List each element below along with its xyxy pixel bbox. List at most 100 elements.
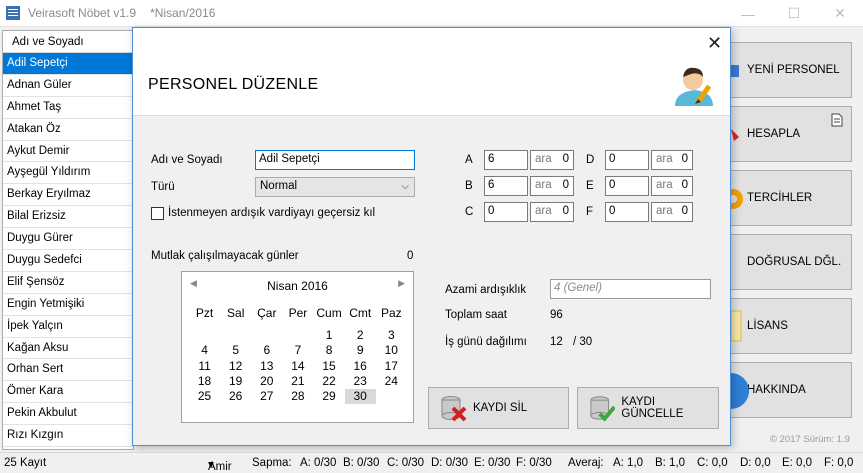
list-item[interactable]: Ömer Kara xyxy=(3,381,133,404)
sapma-c: C: 0/30 xyxy=(387,457,425,469)
update-record-button[interactable]: KAYDI GÜNCELLE xyxy=(577,387,719,429)
linear-distribution-button[interactable]: DOĞRUSAL DĞL. xyxy=(730,234,852,290)
calendar-day[interactable]: 29 xyxy=(314,389,345,404)
calendar-day[interactable]: 8 xyxy=(314,343,345,358)
calendar-day[interactable]: 25 xyxy=(189,389,220,404)
list-item[interactable]: Engin Yetmişiki xyxy=(3,294,133,316)
calendar-day[interactable]: 21 xyxy=(282,374,313,389)
calendar-day[interactable]: 14 xyxy=(282,359,313,374)
list-item[interactable]: İpek Yalçın xyxy=(3,316,133,338)
shift-b-ara-input[interactable]: ara 0 xyxy=(530,176,574,196)
list-item[interactable]: Atakan Öz xyxy=(3,119,133,141)
calendar-day[interactable]: 7 xyxy=(282,343,313,358)
shift-c-input[interactable]: 0 xyxy=(484,202,528,222)
calendar-day[interactable]: 4 xyxy=(189,343,220,358)
calendar-day[interactable]: 12 xyxy=(220,359,251,374)
unavailable-days-label: Mutlak çalışılmayacak günler xyxy=(151,250,299,262)
list-item[interactable]: Berkay Eryılmaz xyxy=(3,184,133,207)
averaj-e: E: 0,0 xyxy=(782,457,813,469)
calendar-day[interactable]: 18 xyxy=(189,374,220,389)
list-item[interactable]: Pekin Akbulut xyxy=(3,403,133,426)
calendar-day xyxy=(282,328,313,343)
preferences-button[interactable]: TERCİHLER xyxy=(730,170,852,226)
calendar-day[interactable]: 1 xyxy=(314,328,345,343)
workday-distribution-label: İş günü dağılımı xyxy=(445,336,527,348)
maximize-button[interactable]: ☐ xyxy=(771,0,817,27)
shift-a-ara-input[interactable]: ara 0 xyxy=(530,150,574,170)
list-header[interactable]: Adı ve Soyadı xyxy=(3,31,133,53)
calculate-button[interactable]: HESAPLA xyxy=(730,106,852,162)
calendar-day[interactable]: 19 xyxy=(220,374,251,389)
list-item[interactable]: Bilal Erizsiz xyxy=(3,206,133,229)
max-consecutive-input[interactable]: 4 (Genel) xyxy=(550,279,711,299)
shift-d-ara-input[interactable]: ara 0 xyxy=(651,150,693,170)
calendar-day[interactable]: 22 xyxy=(314,374,345,389)
shift-e-ara-input[interactable]: ara 0 xyxy=(651,176,693,196)
calendar-day[interactable]: 30 xyxy=(344,388,376,405)
calendar-day[interactable]: 17 xyxy=(376,359,407,374)
list-item[interactable]: Aykut Demir xyxy=(3,141,133,163)
calendar-day[interactable]: 15 xyxy=(314,359,345,374)
unavailable-days-calendar[interactable]: ◀ ▶ Nisan 2016 Pzt Sal Çar Per Cum Cmt Paz 1 2 3 4… xyxy=(181,271,414,423)
list-item[interactable]: Orhan Sert xyxy=(3,359,133,382)
list-item[interactable]: Ayşegül Yıldırım xyxy=(3,162,133,185)
override-checkbox[interactable] xyxy=(151,207,164,220)
dialog-title: PERSONEL DÜZENLE xyxy=(148,76,319,93)
type-select[interactable]: Normal ⌵ xyxy=(255,177,415,197)
list-item[interactable]: Duygu Sedefci xyxy=(3,250,133,272)
unavailable-days-count: 0 xyxy=(407,250,414,262)
copyright-text: © 2017 Sürüm: 1.9 xyxy=(770,434,850,445)
calendar-day[interactable]: 5 xyxy=(220,343,251,358)
shift-d-input[interactable]: 0 xyxy=(605,150,649,170)
shift-b-input[interactable]: 6 xyxy=(484,176,528,196)
delete-record-button[interactable]: KAYDI SİL xyxy=(428,387,569,429)
shift-e-input[interactable]: 0 xyxy=(605,176,649,196)
list-item[interactable]: Adil Sepetçi xyxy=(3,53,133,75)
name-input[interactable]: Adil Sepetçi xyxy=(255,150,415,170)
calendar-weekday: Paz xyxy=(380,306,402,320)
list-item[interactable]: Duygu Gürer xyxy=(3,228,133,251)
shift-c-ara-input[interactable]: ara 0 xyxy=(530,202,574,222)
new-personnel-button[interactable]: YENİ PERSONEL xyxy=(730,42,852,98)
list-item[interactable]: Adnan Güler xyxy=(3,75,133,97)
calendar-day[interactable]: 13 xyxy=(251,359,282,374)
calendar-day[interactable]: 28 xyxy=(282,389,313,404)
calendar-day[interactable]: 23 xyxy=(345,374,376,389)
sapma-e: E: 0/30 xyxy=(474,457,511,469)
averaj-f: F: 0,0 xyxy=(824,457,854,469)
license-button[interactable]: LİSANS xyxy=(730,298,852,354)
calendar-day[interactable]: 27 xyxy=(251,389,282,404)
type-label: Türü xyxy=(151,181,175,193)
calendar-day[interactable]: 9 xyxy=(345,343,376,358)
calendar-day xyxy=(376,389,407,404)
shift-a-input[interactable]: 6 xyxy=(484,150,528,170)
name-label: Adı ve Soyadı xyxy=(151,154,223,166)
list-item[interactable]: Ahmet Taş xyxy=(3,97,133,119)
calendar-day[interactable]: 20 xyxy=(251,374,282,389)
shift-e-label: E xyxy=(586,180,594,192)
list-item[interactable]: Elif Şensöz xyxy=(3,272,133,294)
calendar-day[interactable]: 24 xyxy=(376,374,407,389)
averaj-d: D: 0,0 xyxy=(740,457,771,469)
calendar-day[interactable]: 6 xyxy=(251,343,282,358)
amir-dropdown[interactable]: Amir ▾ xyxy=(208,457,232,473)
personnel-list[interactable]: Adı ve Soyadı Adil Sepetçi Adnan Güler Ahm… xyxy=(2,30,134,450)
calendar-day[interactable]: 11 xyxy=(189,359,220,374)
max-consecutive-label: Azami ardışıklık xyxy=(445,284,527,296)
calendar-day[interactable]: 2 xyxy=(345,328,376,343)
window-close-button[interactable]: ✕ xyxy=(817,0,863,27)
about-button[interactable]: HAKKINDA xyxy=(730,362,852,418)
list-item[interactable]: Kağan Aksu xyxy=(3,338,133,360)
calendar-day[interactable]: 10 xyxy=(376,343,407,358)
calendar-week-row: 123 xyxy=(189,328,407,343)
calendar-day[interactable]: 16 xyxy=(345,359,376,374)
dialog-close-button[interactable]: ✕ xyxy=(707,33,722,54)
shift-f-ara-input[interactable]: ara 0 xyxy=(651,202,693,222)
file-title: *Nisan/2016 xyxy=(150,6,216,20)
calendar-week-row: 18 19 20 21 22 23 24 xyxy=(189,374,407,389)
calendar-day[interactable]: 3 xyxy=(376,328,407,343)
shift-f-input[interactable]: 0 xyxy=(605,202,649,222)
calendar-day[interactable]: 26 xyxy=(220,389,251,404)
list-item[interactable]: Rızı Kızgın xyxy=(3,425,133,448)
minimize-button[interactable]: — xyxy=(725,0,771,27)
